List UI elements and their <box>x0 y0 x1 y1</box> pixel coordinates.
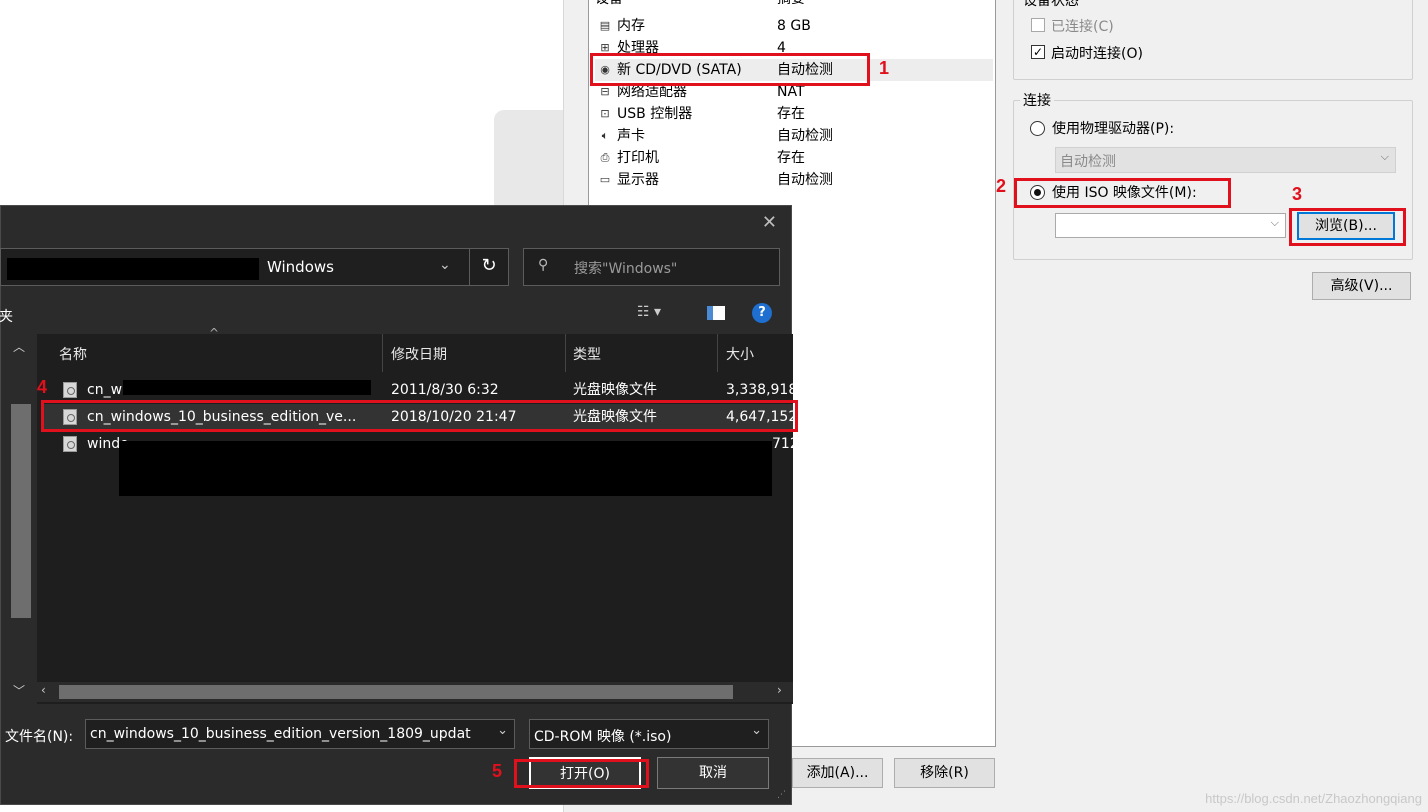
advanced-button[interactable]: 高级(V)... <box>1312 272 1411 300</box>
search-icon: ⚲ <box>538 257 549 273</box>
display-icon: ▭ <box>599 173 611 186</box>
physical-drive-value: 自动检测 <box>1060 154 1116 170</box>
annotation-number-1: 1 <box>879 58 890 78</box>
remove-device-button[interactable]: 移除(R) <box>894 758 995 788</box>
device-row-printer[interactable]: ⎙ 打印机 存在 <box>595 147 993 169</box>
device-column-header[interactable]: 设备 <box>595 0 623 10</box>
filename-label: 文件名(N): <box>5 729 74 745</box>
physical-drive-radio[interactable] <box>1030 121 1045 136</box>
physical-drive-label: 使用物理驱动器(P): <box>1052 121 1175 137</box>
chevron-down-icon[interactable]: ⌄ <box>497 723 508 738</box>
annotation-number-5: 5 <box>492 761 503 781</box>
refresh-icon[interactable]: ↻ <box>469 248 509 286</box>
annotation-box-4 <box>41 400 798 432</box>
search-placeholder: 搜索"Windows" <box>574 261 678 277</box>
printer-icon: ⎙ <box>600 151 610 164</box>
device-row-usb[interactable]: ⊡ USB 控制器 存在 <box>595 103 993 125</box>
device-row-display[interactable]: ▭ 显示器 自动检测 <box>595 169 993 191</box>
device-status-group <box>1013 0 1413 80</box>
address-path: Windows <box>267 258 334 276</box>
navigation-pane[interactable]: ︿ ﹀ <box>1 334 37 704</box>
annotation-number-3: 3 <box>1292 184 1303 204</box>
hscroll-thumb[interactable] <box>59 685 733 699</box>
device-name: 打印机 <box>617 150 659 166</box>
annotation-box-2 <box>1014 178 1231 208</box>
column-divider[interactable] <box>717 334 718 372</box>
device-status-title: 设备状态 <box>1023 0 1079 9</box>
watermark: https://blog.csdn.net/Zhaozhongqiang <box>1205 791 1422 806</box>
file-type-filter[interactable]: CD-ROM 映像 (*.iso) ⌄ <box>529 719 769 749</box>
connect-at-power-on-checkbox[interactable]: ✓ <box>1031 45 1045 59</box>
device-row-sound[interactable]: 🔈︎ 声卡 自动检测 <box>595 125 993 147</box>
disc-image-file-icon <box>63 382 77 398</box>
column-divider[interactable] <box>382 334 383 372</box>
chevron-down-icon: ⌵ <box>1380 150 1389 163</box>
scroll-right-icon[interactable]: › <box>777 683 782 697</box>
scroll-up-icon[interactable]: ︿ <box>13 338 25 355</box>
resize-grip-icon[interactable]: ⋰ <box>777 790 786 800</box>
connected-checkbox[interactable] <box>1031 18 1045 32</box>
close-icon[interactable]: ✕ <box>762 212 777 233</box>
chevron-down-icon[interactable]: ⌄ <box>439 257 451 273</box>
device-name: 内存 <box>617 18 645 34</box>
annotation-box-3 <box>1289 208 1406 246</box>
annotation-box-1 <box>590 53 870 86</box>
network-adapter-icon: ⊟ <box>600 85 610 98</box>
nav-scrollbar-thumb[interactable] <box>11 404 31 618</box>
summary-column-header[interactable]: 摘要 <box>777 0 805 10</box>
view-options-icon[interactable]: ☷ ▾ <box>637 304 661 320</box>
connect-at-power-on-label: 启动时连接(O) <box>1051 46 1143 62</box>
annotation-number-2: 2 <box>996 176 1007 196</box>
column-header-size[interactable]: 大小 <box>726 337 754 373</box>
filename-input[interactable]: cn_windows_10_business_edition_version_1… <box>85 719 515 749</box>
disc-image-file-icon <box>63 436 77 452</box>
help-icon[interactable]: ? <box>752 303 772 323</box>
physical-drive-select[interactable]: 自动检测 ⌵ <box>1055 147 1396 173</box>
add-device-button[interactable]: 添加(A)... <box>792 758 883 788</box>
scroll-down-icon[interactable]: ﹀ <box>13 682 25 699</box>
cancel-button[interactable]: 取消 <box>657 757 769 789</box>
preview-pane-icon[interactable] <box>707 306 725 320</box>
connection-title: 连接 <box>1020 90 1054 110</box>
annotation-box-5 <box>514 759 649 788</box>
device-name: 显示器 <box>617 172 659 188</box>
device-summary: 存在 <box>777 106 805 122</box>
toolbar-label: 夹 <box>0 309 13 325</box>
memory-icon: ▤ <box>599 19 611 32</box>
sound-icon: 🔈︎ <box>601 129 609 142</box>
device-summary: 8 GB <box>777 18 811 34</box>
search-input[interactable]: ⚲ 搜索"Windows" <box>523 248 780 286</box>
redacted-filename <box>123 380 371 395</box>
connected-label: 已连接(C) <box>1051 19 1114 35</box>
device-summary: 自动检测 <box>777 128 833 144</box>
address-bar[interactable]: Windows ⌄ <box>0 248 470 286</box>
column-header-name[interactable]: 名称 <box>59 337 87 373</box>
chevron-down-icon[interactable]: ⌄ <box>751 723 762 738</box>
device-name: 声卡 <box>617 128 645 144</box>
device-name: USB 控制器 <box>617 106 693 122</box>
device-summary: 存在 <box>777 150 805 166</box>
horizontal-scrollbar[interactable]: ‹ › <box>37 682 793 702</box>
column-divider[interactable] <box>565 334 566 372</box>
filename-value: cn_windows_10_business_edition_version_1… <box>90 726 471 742</box>
chevron-down-icon: ⌵ <box>1270 216 1279 229</box>
file-open-dialog: ✕ Windows ⌄ ↻ ⚲ 搜索"Windows" 夹 ☷ ▾ ? ︿ ﹀ … <box>0 205 799 805</box>
usb-icon: ⊡ <box>600 107 610 120</box>
redacted-path <box>7 258 259 280</box>
filter-value: CD-ROM 映像 (*.iso) <box>534 729 672 745</box>
device-row-memory[interactable]: ▤ 内存 8 GB <box>595 15 993 37</box>
iso-path-input[interactable]: ⌵ <box>1055 213 1286 238</box>
scroll-left-icon[interactable]: ‹ <box>41 683 46 697</box>
sort-ascending-icon: ^ <box>209 326 220 340</box>
device-summary: 自动检测 <box>777 172 833 188</box>
redacted-region <box>119 441 772 496</box>
column-header-date[interactable]: 修改日期 <box>391 337 447 373</box>
annotation-number-4: 4 <box>37 377 48 397</box>
file-size: 712 <box>772 436 799 452</box>
column-header-type[interactable]: 类型 <box>573 337 601 373</box>
device-list-header[interactable]: 设备 摘要 <box>595 0 993 10</box>
